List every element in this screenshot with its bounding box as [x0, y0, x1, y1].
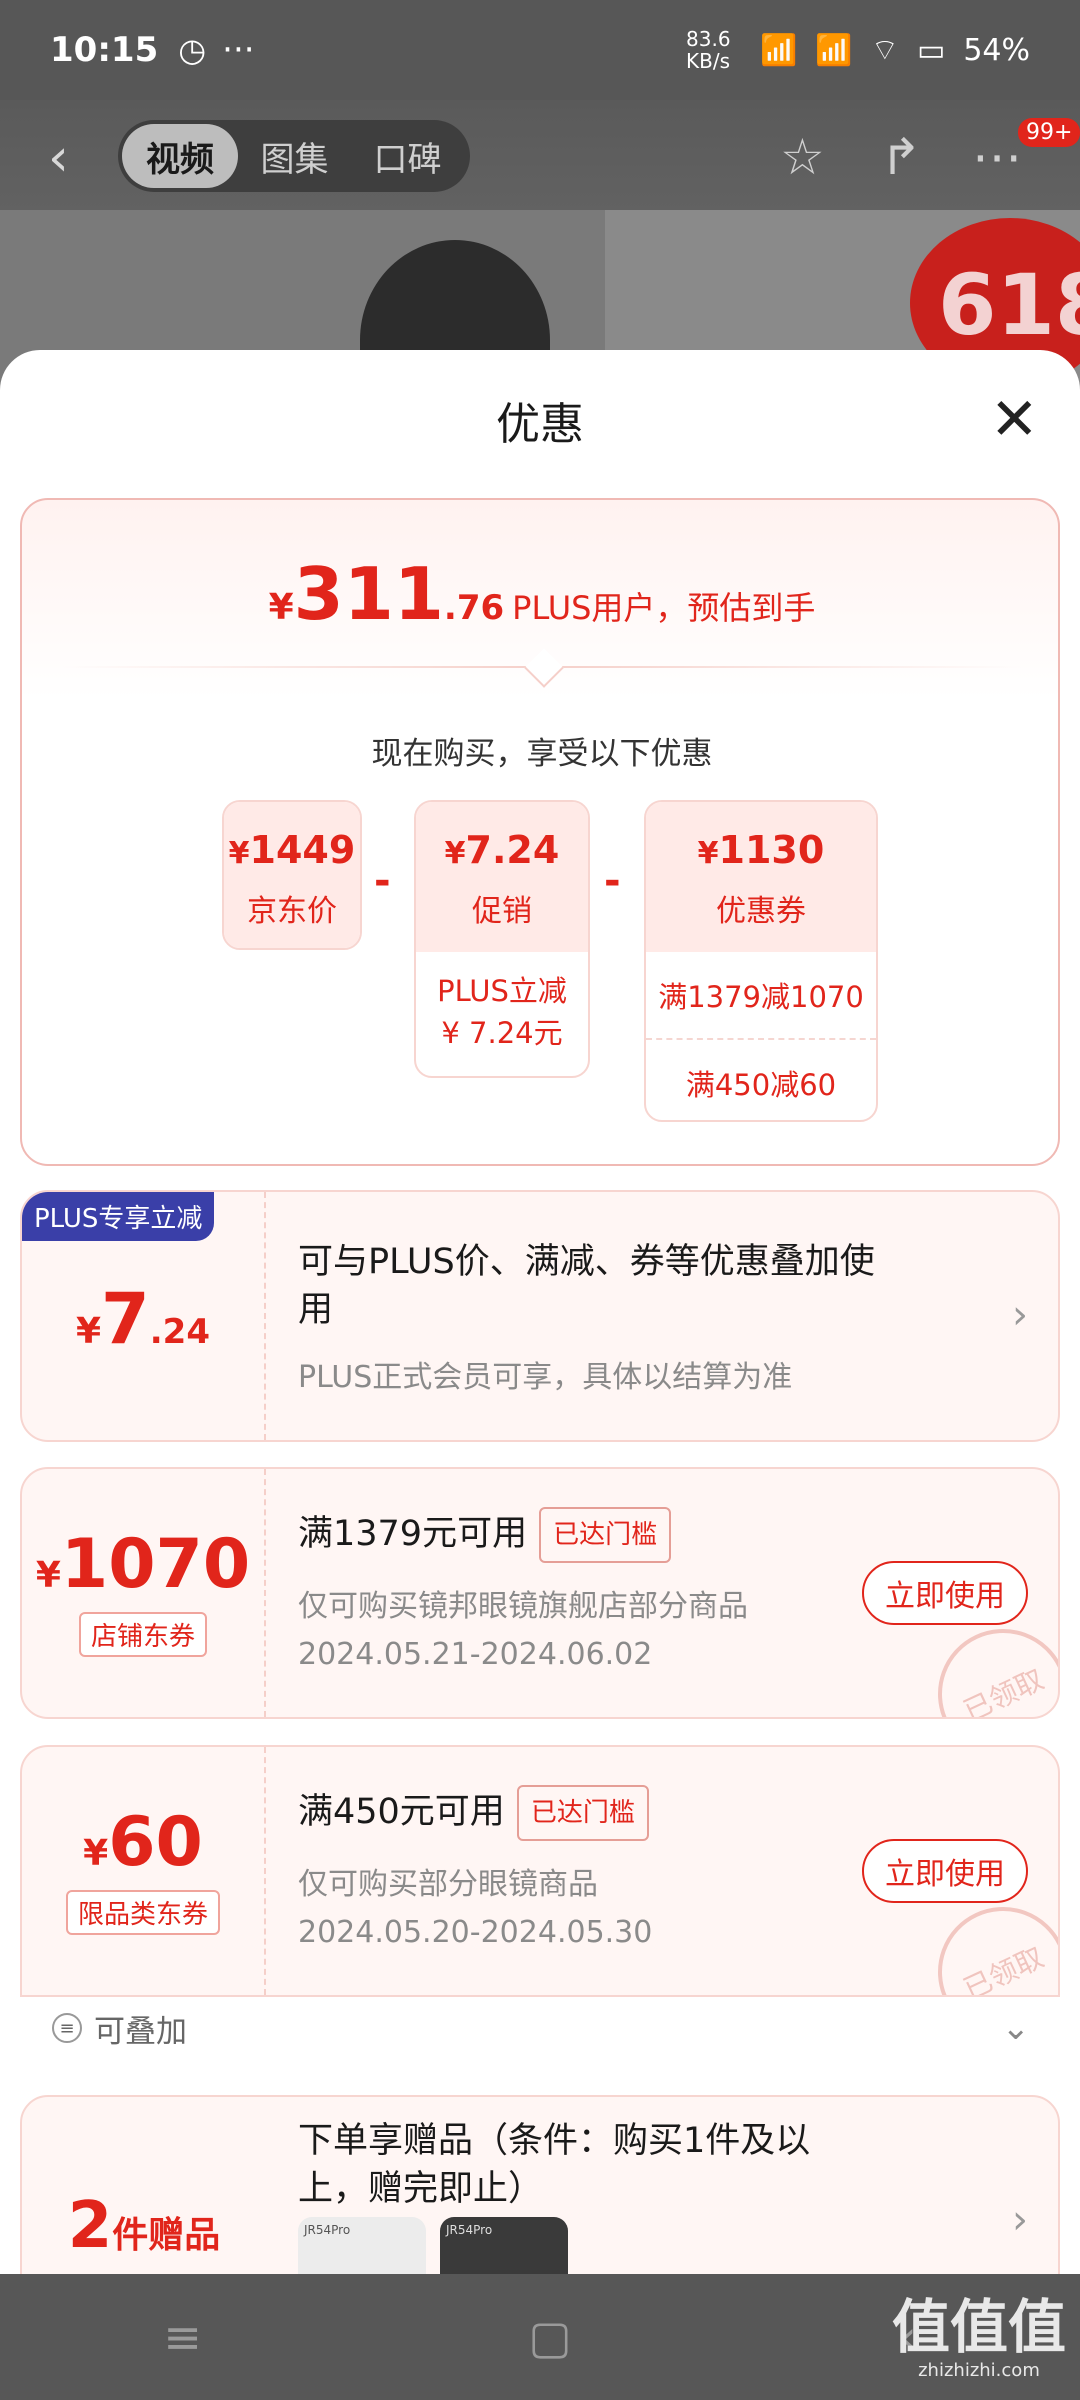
battery-icon: ▭: [916, 32, 946, 68]
price-summary: ¥311.76 PLUS用户，预估到手 现在购买，享受以下优惠 ¥1449 京东价…: [20, 498, 1060, 1166]
watermark: 值值值 zhizhizhi.com: [892, 2298, 1066, 2380]
wifi-icon: ⌔: [870, 33, 899, 68]
star-icon[interactable]: ☆: [780, 128, 825, 186]
chevron-right-icon: ›: [1012, 2197, 1028, 2243]
media-tabs: 视频 图集 口碑: [118, 120, 470, 192]
menu-icon[interactable]: ≡: [163, 2310, 202, 2364]
tab-reviews[interactable]: 口碑: [351, 124, 464, 188]
box-name: 京东价: [247, 894, 337, 929]
coupon-type-tag: 店铺东券: [78, 1612, 207, 1657]
box-currency: ¥: [444, 836, 466, 871]
coupon-rule: 满1379减1070: [658, 980, 864, 1014]
box-amount: 1130: [718, 828, 825, 872]
coupon-card: ¥1070 店铺东券 满1379元可用 已达门槛 仅可购买镜邦眼镜旗舰店部分商品 …: [20, 1467, 1060, 1719]
signal-icon: 📶: [760, 32, 798, 68]
summary-subtitle: 现在购买，享受以下优惠: [371, 736, 713, 772]
coupon-value: 1070: [60, 1525, 251, 1604]
coupon-currency: ¥: [83, 1833, 109, 1874]
plus-amount-dec: .24: [149, 1312, 210, 1352]
threshold-tag: 已达门槛: [539, 1507, 672, 1563]
estimate-integer: 311: [293, 552, 444, 636]
coupon-card: ¥60 限品类东券 满450元可用 已达门槛 仅可购买部分眼镜商品 2024.05…: [20, 1745, 1060, 1997]
top-nav: ‹ 视频 图集 口碑 ☆ ↱ ⋯ 99+: [0, 110, 1080, 200]
divider-notch: [524, 648, 564, 688]
stack-icon: ≡: [52, 2013, 82, 2043]
plus-badge: PLUS专享立减: [22, 1192, 215, 1241]
gift-card[interactable]: 2件赠品 下单享赠品（条件：购买1件及以上，赠完即止） JR54Pro JR54…: [20, 2095, 1060, 2275]
box-amount: 1449: [249, 828, 356, 872]
signal2-icon: 📶: [815, 32, 853, 68]
coupon-amount-col: ¥1070 店铺东券: [22, 1469, 266, 1717]
box-name: 促销: [472, 894, 532, 929]
network-speed: 83.6 KB/s: [686, 27, 731, 73]
plus-currency: ¥: [75, 1311, 102, 1352]
estimate-decimal: .76: [443, 588, 505, 628]
gift-unit: 件赠品: [112, 2215, 221, 2256]
plus-discount-card[interactable]: ¥7.24 PLUS专享立减 可与PLUS价、满减、券等优惠叠加使用 PLUS正…: [20, 1190, 1060, 1442]
gift-thumb: JR54Pro: [298, 2217, 426, 2275]
gift-count-col: 2件赠品: [22, 2097, 266, 2275]
box-amount: 7.24: [465, 828, 560, 872]
coupon-condition: 满450元可用: [298, 1792, 505, 1832]
box-currency: ¥: [228, 836, 250, 871]
coupon-rule: 满450减60: [646, 1038, 876, 1120]
battery-percent: 54%: [963, 32, 1030, 68]
coupon-value: 60: [108, 1803, 203, 1882]
watermark-domain: zhizhizhi.com: [918, 2360, 1040, 2381]
estimated-price: ¥311.76 PLUS用户，预估到手: [22, 552, 1062, 636]
gift-count: 2: [67, 2189, 113, 2263]
coupon-desc: 仅可购买镜邦眼镜旗舰店部分商品: [298, 1589, 748, 1624]
box-name: 优惠券: [716, 894, 806, 929]
gift-thumb: JR54Pro: [440, 2217, 568, 2275]
coupon-desc: 仅可购买部分眼镜商品: [298, 1867, 598, 1902]
coupon-title: 满1379元可用 已达门槛: [298, 1507, 672, 1563]
minus-sign: -: [604, 858, 621, 904]
coupon-amount: ¥60: [22, 1803, 264, 1882]
use-now-button[interactable]: 立即使用: [862, 1839, 1028, 1903]
chevron-down-icon: ⌄: [1001, 2008, 1031, 2048]
coupon-amount: ¥1070: [22, 1525, 264, 1604]
plus-title: 可与PLUS价、满减、券等优惠叠加使用: [298, 1242, 875, 1330]
tab-gallery[interactable]: 图集: [238, 124, 351, 188]
gift-title: 下单享赠品（条件：购买1件及以上，赠完即止）: [298, 2121, 811, 2209]
price-box-promo: ¥7.24 促销 PLUS立减 ¥ 7.24元: [414, 800, 590, 1078]
status-bar: 10:15 ◷ ··· 83.6 KB/s 📶 📶 ⌔ ▭ 54%: [0, 0, 1080, 100]
estimate-currency: ¥: [268, 587, 294, 628]
use-now-button[interactable]: 立即使用: [862, 1561, 1028, 1625]
coupon-dates: 2024.05.21-2024.06.02: [298, 1637, 653, 1672]
coupon-dates: 2024.05.20-2024.05.30: [298, 1915, 653, 1950]
chevron-right-icon: ›: [1012, 1292, 1028, 1338]
coupon-title: 满450元可用 已达门槛: [298, 1785, 649, 1841]
plus-amount: ¥7.24: [22, 1278, 264, 1360]
box-currency: ¥: [697, 836, 719, 871]
home-icon[interactable]: ▢: [528, 2310, 571, 2364]
watermark-text: 值值值: [891, 2293, 1066, 2361]
status-time: 10:15: [50, 30, 159, 70]
plus-amount-int: 7: [101, 1278, 150, 1360]
tab-video[interactable]: 视频: [122, 124, 238, 188]
estimate-label: PLUS用户，预估到手: [512, 589, 816, 627]
coupon-currency: ¥: [35, 1555, 61, 1596]
plus-sub: PLUS正式会员可享，具体以结算为准: [298, 1360, 793, 1395]
minus-sign: -: [374, 858, 391, 904]
discount-sheet: 优惠 ✕ ¥311.76 PLUS用户，预估到手 现在购买，享受以下优惠 ¥144…: [0, 350, 1080, 2275]
coupon-amount-col: ¥60 限品类东券: [22, 1747, 266, 1995]
app-indicator-icon: ◷: [178, 31, 207, 69]
back-chevron-icon[interactable]: ‹: [48, 128, 69, 188]
coupon-type-tag: 限品类东券: [65, 1890, 220, 1935]
price-box-coupon: ¥1130 优惠券 满1379减1070 满450减60: [644, 800, 878, 1122]
more-dots: ···: [222, 30, 255, 70]
more-icon[interactable]: ⋯: [972, 128, 1022, 186]
message-badge: 99+: [1018, 118, 1080, 147]
sheet-title: 优惠: [496, 399, 584, 450]
stackable-label: 可叠加: [94, 2013, 187, 2050]
stackable-row[interactable]: ≡ 可叠加 ⌄: [20, 1992, 1060, 2064]
coupon-condition: 满1379元可用: [298, 1514, 528, 1554]
close-icon[interactable]: ✕: [990, 390, 1039, 448]
promo-detail: PLUS立减 ¥ 7.24元: [437, 974, 567, 1050]
threshold-tag: 已达门槛: [516, 1785, 649, 1841]
price-box-jd: ¥1449 京东价: [222, 800, 362, 950]
share-icon[interactable]: ↱: [880, 128, 922, 186]
